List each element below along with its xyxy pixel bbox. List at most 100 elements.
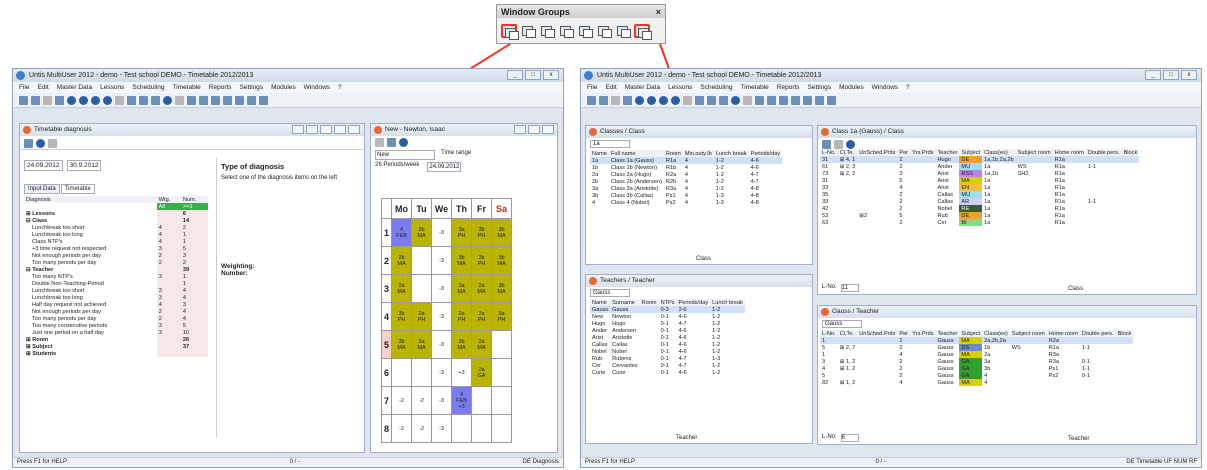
maximize-button[interactable]: □ bbox=[1163, 70, 1179, 80]
toolbar-button-icon[interactable] bbox=[43, 96, 52, 105]
close-button[interactable]: x bbox=[1181, 70, 1197, 80]
timetable-cell[interactable] bbox=[411, 274, 433, 303]
close-button[interactable] bbox=[542, 125, 554, 134]
table-row[interactable]: Too many periods per day 2 2 bbox=[24, 259, 208, 266]
column-header[interactable]: Surname bbox=[610, 299, 640, 306]
delete-icon[interactable] bbox=[834, 140, 843, 149]
table-row[interactable]: ⊟ Class 14 bbox=[24, 217, 208, 224]
timetable-cell[interactable]: 3a PH bbox=[451, 218, 473, 247]
minimize-button[interactable] bbox=[320, 125, 332, 134]
column-header[interactable]: Room bbox=[664, 150, 683, 157]
date-from-field[interactable]: 24.09.2012 bbox=[24, 160, 63, 171]
toolbar-button-icon[interactable] bbox=[79, 96, 88, 105]
menu-item-timetable[interactable]: Timetable bbox=[740, 84, 768, 91]
toolbar-button-icon[interactable] bbox=[175, 96, 184, 105]
class-footer-select[interactable]: Class bbox=[1068, 286, 1083, 292]
timetable-cell[interactable]: 2a MA bbox=[411, 330, 433, 359]
menu-item-modules[interactable]: Modules bbox=[271, 84, 296, 91]
toolbar-button-icon[interactable] bbox=[695, 96, 704, 105]
table-row[interactable]: Lunchbreak too long 3 4 bbox=[24, 294, 208, 301]
table-row[interactable]: Too many NTP's 3 1 bbox=[24, 273, 208, 280]
table-row[interactable]: 33 4 Arist EN 1a R1a bbox=[820, 184, 1139, 191]
column-header[interactable]: Min.outy.Ib bbox=[683, 150, 714, 157]
column-header[interactable]: Cl,Te. bbox=[838, 149, 858, 156]
time-range-date[interactable]: 24.09.2012 bbox=[427, 162, 462, 172]
timetable-cell[interactable]: 2a MA bbox=[471, 274, 493, 303]
column-header[interactable]: Teacher bbox=[936, 149, 960, 156]
table-row[interactable]: Gauss Gauss 0-3 2-6 1-2 bbox=[590, 306, 745, 313]
table-row[interactable]: Arist Aristotle 0-1 4-6 1-2 bbox=[590, 334, 745, 341]
table-row[interactable]: Half day request not achieved 4 3 bbox=[24, 301, 208, 308]
toolbar-button-icon[interactable] bbox=[223, 96, 232, 105]
table-row[interactable]: 3 ⊞ 1, 2 2 Gauss GA 3a R3a 0-1 bbox=[820, 358, 1133, 365]
settings-icon[interactable] bbox=[36, 139, 45, 148]
table-row[interactable]: 1b Class 1b (Newton) R1b 4 1-2 4-6 bbox=[590, 164, 782, 171]
table-row[interactable]: Ander Andersen 0-1 4-6 1-2 bbox=[590, 327, 745, 334]
table-row[interactable]: ⊞ Lessons 6 bbox=[24, 210, 208, 217]
toolbar-button-icon[interactable] bbox=[115, 96, 124, 105]
column-header[interactable]: Double pers. bbox=[1086, 149, 1122, 156]
table-row[interactable]: 31 5 Arist MA 1a R1a bbox=[820, 177, 1139, 184]
column-header[interactable]: Periods/day bbox=[749, 150, 783, 157]
table-row[interactable]: 4 Class 4 (Nobel) Ps2 4 1-3 4-8 bbox=[590, 199, 782, 206]
toolbar-button-icon[interactable] bbox=[103, 96, 112, 105]
timetable-cell[interactable] bbox=[491, 386, 513, 415]
toolbar-button-icon[interactable] bbox=[671, 96, 680, 105]
timetable-cell[interactable]: 2a PH bbox=[451, 302, 473, 331]
close-button[interactable]: x bbox=[543, 70, 559, 80]
toolbar-button-icon[interactable] bbox=[259, 96, 268, 105]
timetable-cell[interactable] bbox=[411, 246, 433, 275]
teacher-footer-select[interactable]: Teacher bbox=[1068, 436, 1089, 442]
column-header[interactable]: Subject room bbox=[1010, 330, 1047, 337]
table-row[interactable]: Curie Curie 0-1 4-6 1-2 bbox=[590, 369, 745, 376]
timetable-cell[interactable]: -3 bbox=[431, 302, 453, 331]
timetable-cell[interactable]: -3 bbox=[431, 218, 453, 247]
timetable-cell[interactable] bbox=[411, 358, 433, 387]
column-header[interactable]: Per bbox=[897, 149, 910, 156]
toolbar-button-icon[interactable] bbox=[683, 96, 692, 105]
toolbar-button-icon[interactable] bbox=[599, 96, 608, 105]
toolbar-button-icon[interactable] bbox=[647, 96, 656, 105]
table-row[interactable]: 53 ⊞2 5 Rub DE 1a R1a bbox=[820, 212, 1139, 219]
timetable-cell[interactable] bbox=[391, 358, 413, 387]
toolbar-button-icon[interactable] bbox=[55, 96, 64, 105]
toolbar-button-icon[interactable] bbox=[827, 96, 836, 105]
column-header[interactable]: UnSched.Prds bbox=[857, 149, 897, 156]
column-header[interactable]: Periods/day bbox=[677, 299, 711, 306]
add-icon[interactable] bbox=[822, 140, 831, 149]
column-header[interactable]: Lunch break bbox=[714, 150, 749, 157]
toolbar-button-icon[interactable] bbox=[127, 96, 136, 105]
timetable-cell[interactable]: -2 bbox=[411, 386, 433, 415]
settings-icon[interactable] bbox=[846, 140, 855, 149]
menu-item-windows[interactable]: Windows bbox=[872, 84, 898, 91]
table-row[interactable]: Class NTP's 4 1 bbox=[24, 238, 208, 245]
timetable-cell[interactable]: -2 bbox=[391, 414, 413, 443]
toolbar-button-icon[interactable] bbox=[635, 96, 644, 105]
minimize-button[interactable]: _ bbox=[507, 70, 523, 80]
timetable-cell[interactable]: 2a MA bbox=[391, 274, 413, 303]
toolbar-button-icon[interactable] bbox=[611, 96, 620, 105]
menu-item-scheduling[interactable]: Scheduling bbox=[700, 84, 732, 91]
table-row[interactable]: 82 ⊞ 1, 2 4 Gauss MA 4 bbox=[820, 379, 1133, 386]
column-header[interactable]: Lunch break bbox=[710, 299, 745, 306]
timetable-cell[interactable]: 2b MA bbox=[451, 330, 473, 359]
toolbar-button-icon[interactable] bbox=[707, 96, 716, 105]
column-header[interactable]: Class(es) bbox=[982, 330, 1010, 337]
timetable-cell[interactable]: -3 bbox=[431, 414, 453, 443]
toolbar-button-icon[interactable] bbox=[247, 96, 256, 105]
table-row[interactable]: Hugo Hugo 0-1 4-7 1-2 bbox=[590, 320, 745, 327]
close-button[interactable] bbox=[348, 125, 360, 134]
column-header[interactable]: L-No. bbox=[820, 330, 838, 337]
table-row[interactable]: New Newton 0-1 4-6 1-2 bbox=[590, 313, 745, 320]
settings-icon[interactable] bbox=[399, 138, 408, 147]
table-row[interactable]: Lunchbreak too long 4 1 bbox=[24, 231, 208, 238]
tab-input-data[interactable]: Input Data bbox=[24, 184, 60, 194]
column-header[interactable]: Per bbox=[897, 330, 910, 337]
table-row[interactable]: 1 1 Gauss MA 2a,2b,2a R2a bbox=[820, 337, 1134, 344]
tab-timetable[interactable]: Timetable bbox=[60, 184, 95, 194]
column-header[interactable]: L-No. bbox=[820, 149, 838, 156]
table-row[interactable]: 2b Class 2b (Andersen) R2b 4 1-2 4-7 bbox=[590, 178, 782, 185]
table-row[interactable]: ⊞ Students bbox=[24, 350, 208, 357]
timetable-cell[interactable]: +3 bbox=[451, 358, 473, 387]
timetable-cell[interactable]: 2a MA bbox=[471, 330, 493, 359]
